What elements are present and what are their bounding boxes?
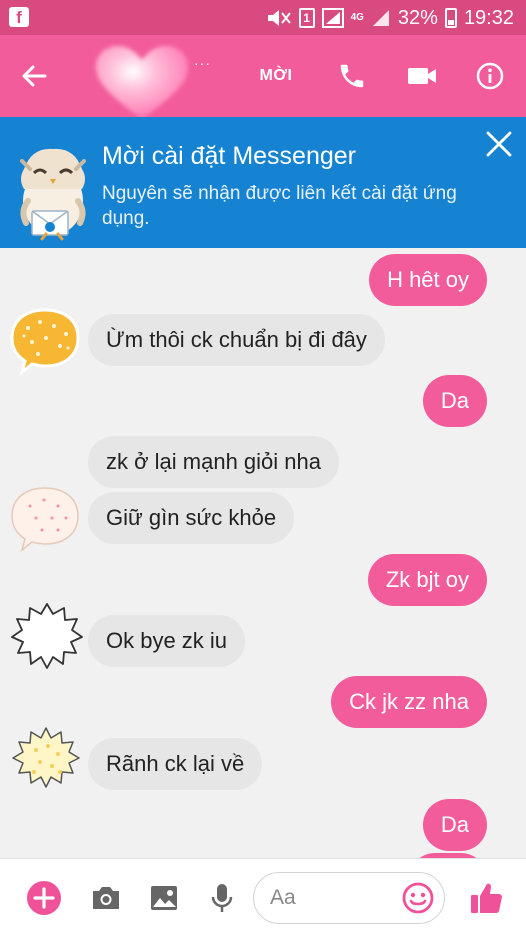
contact-name[interactable]: ··· [194,55,211,71]
facebook-notification-icon: f [9,7,29,27]
message-outgoing[interactable]: Zk bjt oy [367,554,487,606]
contact-avatar-starburst-bubble[interactable] [8,724,84,800]
message-incoming[interactable]: Rãnh ck lại về [88,738,263,790]
gallery-button[interactable] [144,859,184,935]
signal-icon [321,8,344,28]
image-icon [151,885,177,910]
thumbs-up-icon [471,883,502,913]
install-messenger-banner[interactable]: Mời cài đặt Messenger Nguyên sẽ nhận đượ… [0,117,526,248]
battery-percent: 32% [397,6,438,29]
camera-icon [93,886,119,909]
clock: 19:32 [463,6,514,29]
banner-title: Mời cài đặt Messenger [102,142,356,170]
message-incoming[interactable]: zk ở lại mạnh giỏi nha [88,436,339,488]
status-bar: f 1 4G 32% 19:32 [0,0,526,35]
battery-icon [444,8,457,28]
conversation-toolbar: ··· MỜI [0,35,526,119]
status-icons: 1 4G 32% 19:32 [266,4,514,32]
invite-button[interactable]: MỜI [250,35,302,117]
banner-description: Nguyên sẽ nhận được liên kết cài đặt ứng… [102,183,457,229]
message-incoming[interactable]: Ok bye zk iu [88,615,246,667]
message-incoming[interactable]: Ừm thôi ck chuẩn bị đi đây [88,314,385,366]
back-button[interactable] [12,35,56,117]
message-composer: Aa [0,858,526,935]
more-actions-button[interactable] [24,859,64,935]
close-icon[interactable] [484,129,514,159]
message-outgoing[interactable]: Da [422,375,487,427]
voice-message-button[interactable] [202,859,242,935]
phone-icon [340,64,364,88]
message-input[interactable]: Aa [253,872,445,924]
emoji-icon[interactable] [402,882,434,914]
signal-bars-icon [371,8,391,28]
owl-mascot-icon [20,148,86,241]
message-outgoing[interactable]: Da [422,799,487,851]
microphone-icon [211,883,233,912]
message-list[interactable]: H hêt oy Ừm thôi ck chuẩn bị đi đây Da z… [0,248,526,858]
network-type: 4G [350,12,364,23]
video-camera-icon [408,68,436,84]
contact-avatar-heart[interactable] [92,43,192,123]
camera-button[interactable] [86,859,126,935]
sim-slot-badge: 1 [298,8,315,28]
message-outgoing[interactable]: H hêt oy [369,254,487,306]
back-arrow-icon [22,65,47,87]
message-input-placeholder: Aa [270,886,296,909]
contact-avatar-spiky-bubble[interactable] [8,600,86,680]
mute-icon [266,8,292,28]
contact-avatar-yellow-bubble[interactable] [8,306,82,378]
video-call-button[interactable] [400,35,444,117]
plus-icon [27,880,61,915]
message-incoming[interactable]: Giữ gìn sức khỏe [88,492,295,544]
like-button[interactable] [464,859,508,935]
contact-avatar-pink-bubble[interactable] [8,484,82,556]
message-outgoing[interactable]: Ck jk zz nha [331,676,487,728]
voice-call-button[interactable] [330,35,374,117]
info-icon [476,62,504,90]
conversation-info-button[interactable] [468,35,512,117]
